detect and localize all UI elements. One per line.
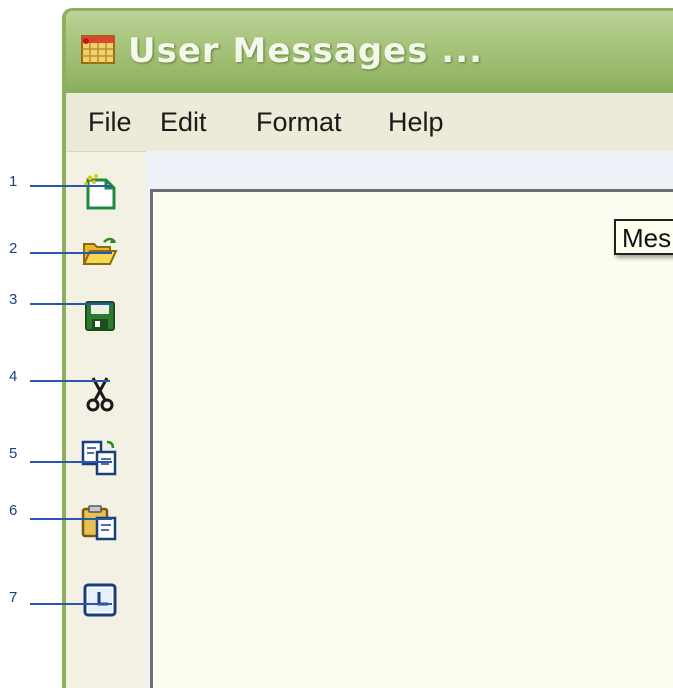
paste-clipboard-icon	[80, 502, 120, 542]
callout-line-4	[30, 380, 110, 382]
menu-help[interactable]: Help	[388, 107, 444, 138]
callout-number-2: 2	[9, 240, 18, 257]
callout-line-5	[30, 461, 112, 463]
calendar-grid-icon	[80, 33, 116, 65]
callout-line-6	[30, 518, 112, 520]
save-disk-icon	[80, 296, 120, 336]
menu-format[interactable]: Format	[256, 107, 342, 138]
insert-time-button[interactable]	[80, 580, 120, 620]
callout-line-3	[30, 303, 112, 305]
vertical-toolbar	[66, 151, 146, 688]
message-editor[interactable]	[150, 189, 673, 688]
paste-button[interactable]	[80, 502, 120, 542]
copy-icon	[80, 438, 120, 478]
menu-file[interactable]: File	[88, 107, 132, 138]
new-button[interactable]	[80, 172, 120, 212]
callout-number-5: 5	[9, 445, 18, 462]
callout-line-2	[30, 252, 112, 254]
callout-line-7	[30, 603, 112, 605]
callout-line-1	[30, 185, 112, 187]
callout-number-3: 3	[9, 291, 18, 308]
tooltip: Mes	[614, 219, 673, 255]
menu-bar: File Edit Format Help	[66, 93, 673, 151]
callout-number-6: 6	[9, 502, 18, 519]
callout-number-7: 7	[9, 589, 18, 606]
save-button[interactable]	[80, 296, 120, 336]
copy-button[interactable]	[80, 438, 120, 478]
app-window: User Messages ... File Edit Format Help	[62, 8, 673, 688]
callout-number-1: 1	[9, 173, 18, 190]
menu-edit[interactable]: Edit	[160, 107, 207, 138]
title-bar[interactable]: User Messages ...	[66, 11, 673, 93]
window-title: User Messages ...	[128, 31, 484, 71]
new-document-icon	[80, 172, 120, 212]
insert-time-icon	[80, 580, 120, 620]
callout-number-4: 4	[9, 368, 18, 385]
